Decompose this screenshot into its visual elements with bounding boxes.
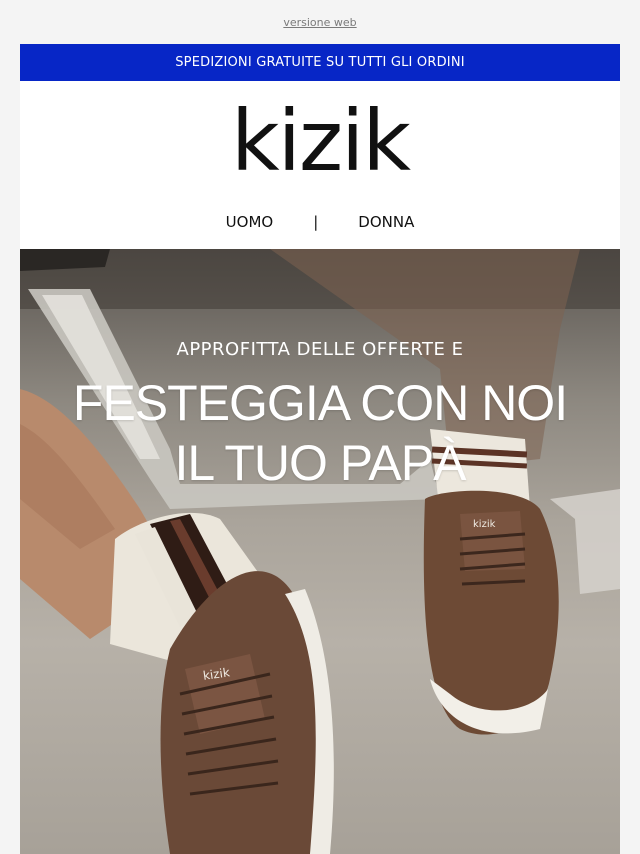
kizik-logo[interactable]: kizik xyxy=(231,99,411,183)
hero-title-line-2: IL TUO PAPÀ xyxy=(174,435,467,491)
hero-banner[interactable]: kizik kizik APPROFITTA DELLE OFFERTE E F… xyxy=(20,249,620,854)
hero-title: FESTEGGIA CON NOI IL TUO PAPÀ xyxy=(20,373,620,493)
nav-separator: | xyxy=(313,213,319,231)
hero-title-line-1: FESTEGGIA CON NOI xyxy=(72,375,568,431)
free-shipping-banner: SPEDIZIONI GRATUITE SU TUTTI GLI ORDINI xyxy=(20,44,620,81)
hero-kicker: APPROFITTA DELLE OFFERTE E xyxy=(176,339,464,360)
logo-area: kizik xyxy=(20,81,620,209)
shoe-logo-right: kizik xyxy=(473,519,496,530)
nav-item-donna[interactable]: DONNA xyxy=(358,213,414,231)
nav-item-uomo[interactable]: UOMO xyxy=(226,213,274,231)
main-nav: UOMO | DONNA xyxy=(20,209,620,249)
web-version-link[interactable]: versione web xyxy=(283,16,356,29)
email-body: SPEDIZIONI GRATUITE SU TUTTI GLI ORDINI … xyxy=(20,44,620,854)
top-bar: versione web xyxy=(0,0,640,44)
